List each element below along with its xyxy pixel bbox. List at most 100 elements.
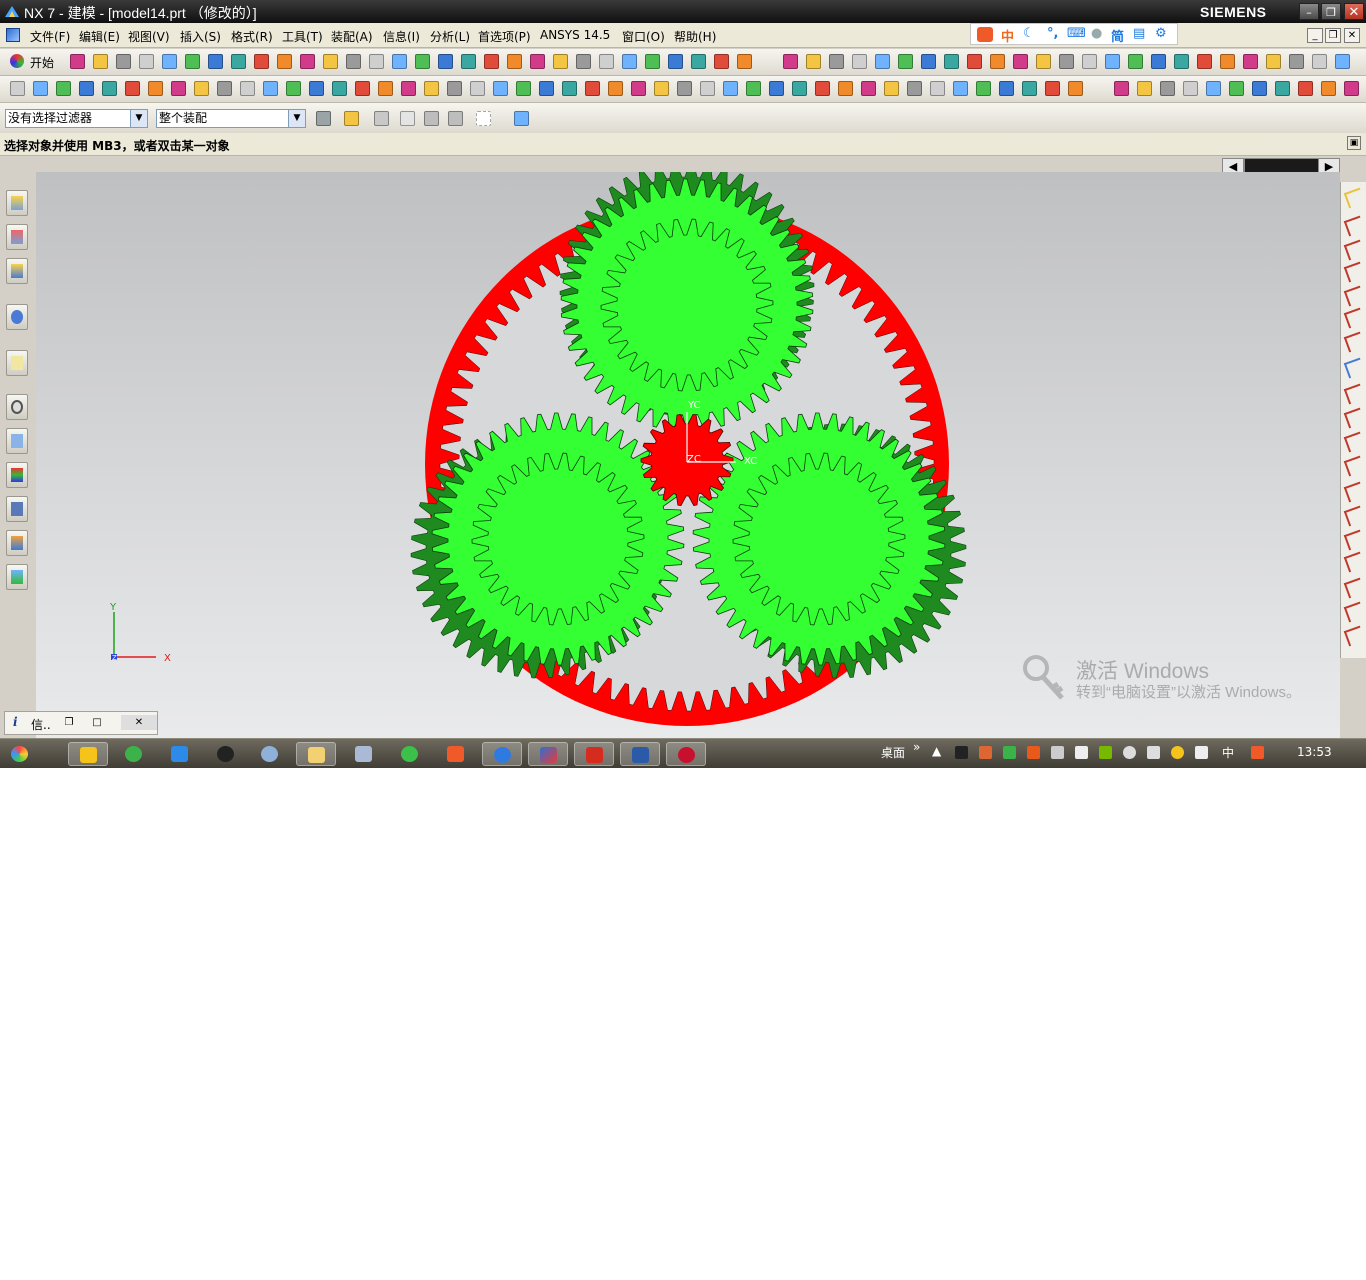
manufacturing-wizard-button[interactable] <box>6 496 28 522</box>
standard-tool-icon-13[interactable] <box>346 54 361 69</box>
feature-tool-icon-45[interactable] <box>1022 81 1037 96</box>
feature-tool-icon-28[interactable] <box>631 81 646 96</box>
gear-assembly-model[interactable]: YC XC ZC Y X Z <box>36 161 1340 738</box>
sogou-tray-icon[interactable] <box>1251 746 1264 759</box>
feature-tool-icon-52[interactable] <box>1206 81 1221 96</box>
feature-tool-icon-47[interactable] <box>1068 81 1083 96</box>
ccb-tray-icon[interactable] <box>1027 746 1040 759</box>
feature-tool-icon-5[interactable] <box>102 81 117 96</box>
info-close-button[interactable]: ✕ <box>121 715 157 730</box>
standard-tool-icon-3[interactable] <box>116 54 131 69</box>
feature-tool-icon-32[interactable] <box>723 81 738 96</box>
standard-tool-icon-41[interactable] <box>1013 54 1028 69</box>
menu-preferences[interactable]: 首选项(P) <box>478 28 531 45</box>
reuse-library-button[interactable] <box>6 304 28 330</box>
menu-analysis[interactable]: 分析(L) <box>430 28 470 45</box>
start-button[interactable]: 开始 <box>30 54 54 71</box>
standard-tool-icon-17[interactable] <box>438 54 453 69</box>
feature-tool-icon-20[interactable] <box>447 81 462 96</box>
web-browser-button[interactable] <box>6 350 28 376</box>
feature-tool-icon-7[interactable] <box>148 81 163 96</box>
feature-tool-icon-49[interactable] <box>1137 81 1152 96</box>
standard-tool-icon-23[interactable] <box>576 54 591 69</box>
standard-tool-icon-31[interactable] <box>783 54 798 69</box>
feature-tool-icon-54[interactable] <box>1252 81 1267 96</box>
standard-tool-icon-2[interactable] <box>93 54 108 69</box>
curve-tool-icon-4[interactable] <box>1343 261 1366 283</box>
tray-expand-icon[interactable]: ▲ <box>932 744 941 758</box>
taskbar-ansys[interactable] <box>68 742 108 766</box>
assembly-navigator-button[interactable] <box>6 190 28 216</box>
standard-tool-icon-52[interactable] <box>1266 54 1281 69</box>
curve-tool-icon-2[interactable] <box>1343 215 1366 237</box>
toolbar-expand-icon[interactable]: » <box>913 740 920 754</box>
feature-tool-icon-8[interactable] <box>171 81 186 96</box>
taskbar-qq[interactable] <box>206 742 246 766</box>
standard-tool-icon-10[interactable] <box>277 54 292 69</box>
standard-tool-icon-36[interactable] <box>898 54 913 69</box>
feature-tool-icon-30[interactable] <box>677 81 692 96</box>
taskbar-paint[interactable] <box>250 742 290 766</box>
feature-tool-icon-16[interactable] <box>355 81 370 96</box>
standard-tool-icon-55[interactable] <box>1335 54 1350 69</box>
roles-button[interactable] <box>6 530 28 556</box>
standard-tool-icon-6[interactable] <box>185 54 200 69</box>
standard-tool-icon-38[interactable] <box>944 54 959 69</box>
info-restore-button[interactable]: ❐ <box>61 715 77 730</box>
standard-tool-icon-29[interactable] <box>714 54 729 69</box>
info-maximize-button[interactable]: □ <box>89 715 105 730</box>
feature-tool-icon-11[interactable] <box>240 81 255 96</box>
feature-tool-icon-58[interactable] <box>1344 81 1359 96</box>
curve-tool-icon-17[interactable] <box>1343 577 1366 599</box>
feature-tool-icon-57[interactable] <box>1321 81 1336 96</box>
menu-assembly[interactable]: 装配(A) <box>331 28 373 45</box>
feature-tool-icon-37[interactable] <box>838 81 853 96</box>
feature-tool-icon-10[interactable] <box>217 81 232 96</box>
curve-tool-icon-14[interactable] <box>1343 505 1366 527</box>
volume-icon[interactable] <box>1123 746 1136 759</box>
standard-tool-icon-51[interactable] <box>1243 54 1258 69</box>
skin-icon[interactable]: ▤ <box>1133 26 1145 41</box>
feature-tool-icon-44[interactable] <box>999 81 1014 96</box>
feature-tool-icon-48[interactable] <box>1114 81 1129 96</box>
standard-tool-icon-39[interactable] <box>967 54 982 69</box>
menu-insert[interactable]: 插入(S) <box>180 28 221 45</box>
menu-format[interactable]: 格式(R) <box>231 28 273 45</box>
standard-tool-icon-8[interactable] <box>231 54 246 69</box>
select-features-icon[interactable] <box>400 111 415 126</box>
feature-tool-icon-38[interactable] <box>861 81 876 96</box>
standard-tool-icon-5[interactable] <box>162 54 177 69</box>
type-filter-dropdown[interactable]: 没有选择过滤器 ▼ <box>5 109 148 128</box>
ime-settings-icon[interactable]: ⚙ <box>1155 26 1167 41</box>
feature-tool-icon-42[interactable] <box>953 81 968 96</box>
undo-selection-icon[interactable] <box>374 111 389 126</box>
curve-tool-icon-1[interactable] <box>1343 187 1366 209</box>
standard-tool-icon-33[interactable] <box>829 54 844 69</box>
curve-tool-icon-9[interactable] <box>1343 383 1366 405</box>
feature-tool-icon-21[interactable] <box>470 81 485 96</box>
curve-tool-icon-19[interactable] <box>1343 625 1366 647</box>
standard-tool-icon-18[interactable] <box>461 54 476 69</box>
keyboard-icon[interactable]: ⌨ <box>1067 26 1086 41</box>
standard-tool-icon-32[interactable] <box>806 54 821 69</box>
feature-tool-icon-24[interactable] <box>539 81 554 96</box>
feature-tool-icon-51[interactable] <box>1183 81 1198 96</box>
taskbar-360-browser[interactable] <box>114 742 154 766</box>
curve-tool-icon-6[interactable] <box>1343 307 1366 329</box>
standard-tool-icon-30[interactable] <box>737 54 752 69</box>
curve-tool-icon-15[interactable] <box>1343 529 1366 551</box>
selection-scope-dropdown[interactable]: 整个装配 ▼ <box>156 109 306 128</box>
feature-tool-icon-39[interactable] <box>884 81 899 96</box>
doc-restore-button[interactable]: ❐ <box>1325 28 1341 43</box>
standard-tool-icon-47[interactable] <box>1151 54 1166 69</box>
standard-tool-icon-28[interactable] <box>691 54 706 69</box>
feature-tool-icon-27[interactable] <box>608 81 623 96</box>
shield-icon[interactable] <box>1003 746 1016 759</box>
punctuation-icon[interactable]: °, <box>1047 26 1058 41</box>
standard-tool-icon-7[interactable] <box>208 54 223 69</box>
standard-tool-icon-49[interactable] <box>1197 54 1212 69</box>
standard-tool-icon-9[interactable] <box>254 54 269 69</box>
standard-tool-icon-40[interactable] <box>990 54 1005 69</box>
standard-tool-icon-12[interactable] <box>323 54 338 69</box>
ime-simplified[interactable]: 简 <box>1111 26 1124 45</box>
